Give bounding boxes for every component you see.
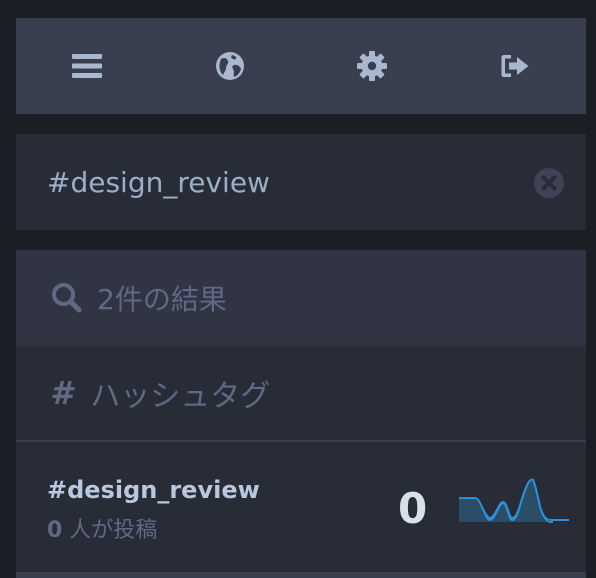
search-input[interactable] — [16, 134, 516, 230]
hashtag-people-count: 0 人が投稿 — [47, 512, 157, 544]
preferences-button[interactable] — [336, 30, 408, 102]
people-count-suffix: 人が投稿 — [62, 518, 158, 543]
hashtag-uses-count: 0 — [398, 484, 428, 533]
results-count: 2件の結果 — [97, 283, 227, 316]
search-results: 2件の結果 # ハッシュタグ #design_review 0 人が投稿 0 — [16, 250, 586, 578]
hashtag-icon: # — [50, 374, 73, 412]
hashtag-result-item[interactable]: #design_review 0 人が投稿 0 — [16, 442, 586, 572]
search-box — [16, 134, 586, 230]
clear-search-button[interactable] — [533, 167, 565, 199]
hashtags-section-header: # ハッシュタグ — [16, 346, 586, 442]
usage-sparkline — [459, 478, 569, 523]
bars-icon — [72, 54, 103, 78]
gear-icon — [357, 51, 388, 81]
results-divider — [16, 572, 586, 578]
results-header: 2件の結果 — [16, 250, 586, 346]
section-title: ハッシュタグ — [90, 379, 271, 414]
explore-button[interactable] — [194, 30, 266, 102]
times-circle-icon — [534, 168, 564, 198]
menu-button[interactable] — [51, 30, 123, 102]
sign-out-icon — [501, 55, 529, 77]
hashtag-name: #design_review — [47, 476, 260, 504]
search-icon — [52, 283, 82, 313]
people-count-number: 0 — [47, 518, 63, 543]
top-navbar — [16, 18, 586, 114]
globe-icon — [215, 52, 244, 80]
logout-button[interactable] — [479, 30, 551, 102]
